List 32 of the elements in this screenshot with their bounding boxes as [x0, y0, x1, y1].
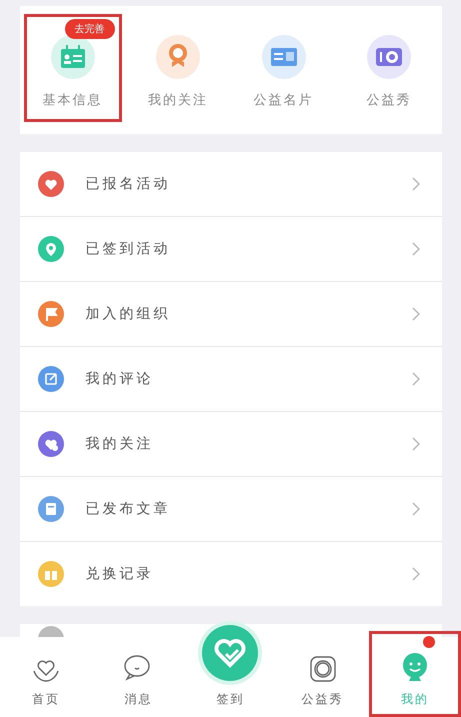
menu-item[interactable]: 已签到活动 [20, 217, 442, 282]
notice-badge: 去完善 [64, 19, 114, 39]
menu-item[interactable]: 已发布文章 [20, 477, 442, 542]
menu-label: 加入的组织 [86, 305, 172, 323]
menu-label: 已报名活动 [86, 175, 172, 193]
shortcut-item[interactable]: 公益秀 [340, 14, 438, 122]
menu-label: 我的关注 [86, 435, 154, 453]
shortcut-label: 公益秀 [366, 92, 412, 109]
tab-label: 首页 [32, 691, 60, 708]
menu-item[interactable]: 我的评论 [20, 347, 442, 412]
tab-label: 签到 [216, 691, 244, 708]
menu-label: 兑换记录 [86, 565, 154, 583]
tab-item[interactable]: 公益秀 [276, 631, 369, 717]
tab-label: 消息 [124, 691, 152, 708]
menu-item[interactable]: 加入的组织 [20, 282, 442, 347]
shortcut-item[interactable]: 公益名片 [234, 14, 332, 122]
tab-label: 我的 [400, 691, 429, 708]
shortcut-label: 我的关注 [148, 92, 208, 109]
shortcut-item[interactable]: 我的关注 [129, 14, 227, 122]
shortcut-label: 公益名片 [254, 92, 314, 109]
menu-label: 已签到活动 [86, 240, 172, 258]
menu-item[interactable]: 我的关注 [20, 412, 442, 477]
shortcut-label: 基本信息 [42, 92, 102, 109]
tab-item[interactable]: 签到 [184, 622, 277, 717]
menu-item[interactable]: 已报名活动 [20, 152, 442, 217]
menu-label: 我的评论 [86, 370, 154, 388]
menu-label: 已发布文章 [86, 500, 172, 518]
tab-item[interactable]: 消息 [92, 631, 184, 717]
tab-label: 公益秀 [302, 691, 344, 708]
shortcut-item[interactable]: 去完善 基本信息 [24, 14, 122, 122]
menu-item[interactable]: 兑换记录 [20, 542, 442, 606]
tab-item[interactable]: 首页 [0, 631, 92, 717]
